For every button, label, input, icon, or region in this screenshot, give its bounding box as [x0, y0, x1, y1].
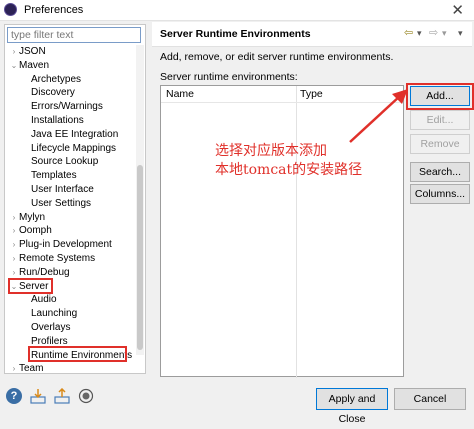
annotation-arrow: [349, 89, 408, 143]
arrow-shaft: [349, 95, 401, 143]
help-icon[interactable]: ?: [6, 388, 22, 404]
apply-and-close-button[interactable]: Apply and Close: [316, 388, 388, 425]
record-icon[interactable]: [78, 388, 94, 404]
export-icon[interactable]: [54, 388, 70, 404]
cancel-button[interactable]: Cancel: [394, 388, 466, 410]
import-icon[interactable]: [30, 388, 46, 404]
bottom-bar: ? Apply and Close Cancel: [0, 382, 474, 425]
